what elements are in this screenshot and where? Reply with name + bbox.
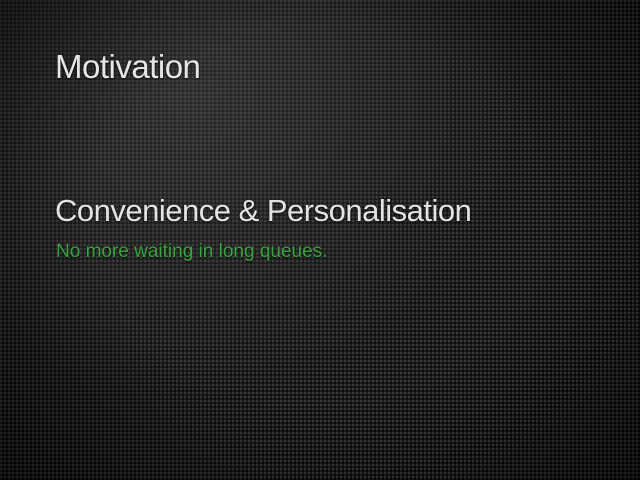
slide-title: Motivation [55,48,201,85]
presentation-slide: Motivation Convenience & Personalisation… [0,0,640,480]
slide-heading: Convenience & Personalisation [55,193,472,228]
slide-subline: No more waiting in long queues. [56,241,328,262]
